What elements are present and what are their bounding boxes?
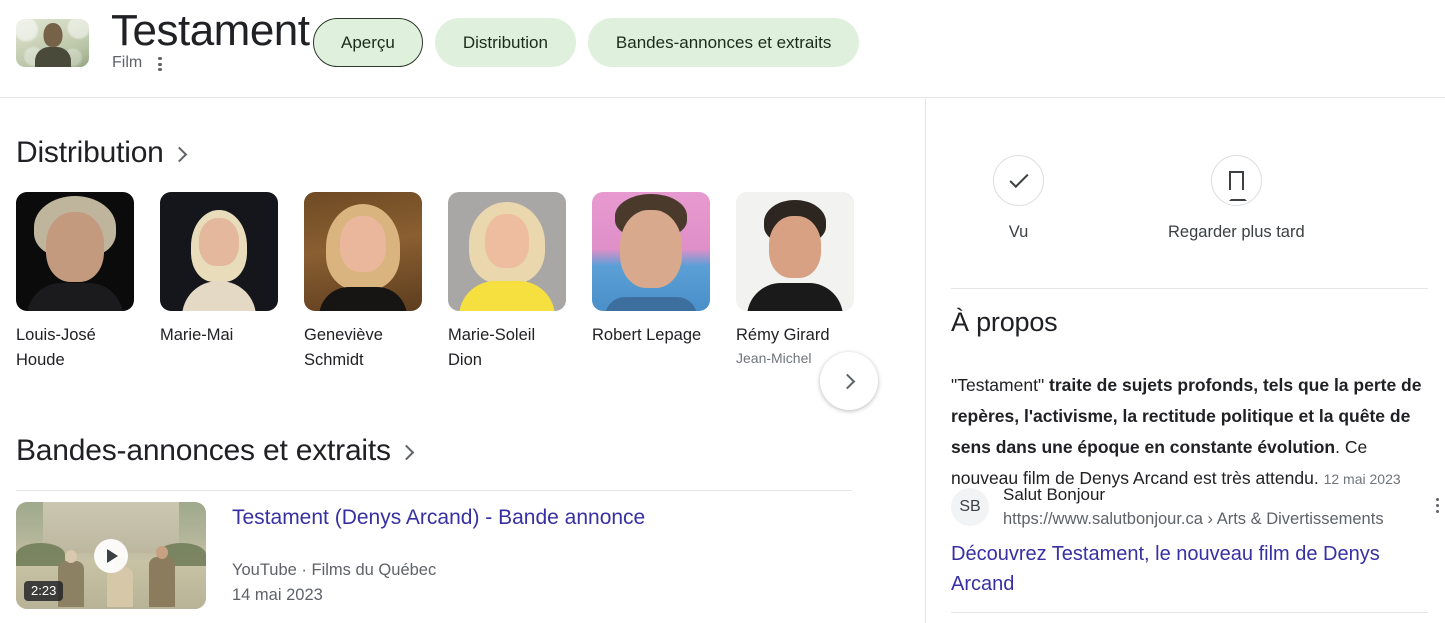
cast-photo (736, 192, 854, 311)
trailers-heading: Bandes-annonces et extraits (16, 432, 391, 470)
cast-photo (304, 192, 422, 311)
carousel-next-icon[interactable] (820, 352, 878, 410)
panel-divider (951, 288, 1428, 289)
poster-face (43, 23, 62, 47)
chevron-right-icon[interactable] (171, 146, 187, 162)
cast-name: Louis-José Houde (16, 323, 134, 373)
thumbnail-figure (149, 557, 175, 607)
page-header: Testament Film Aperçu Distribution Bande… (0, 0, 1445, 98)
cast-carousel: Louis-José Houde Marie-Mai Geneviève Sch… (16, 192, 854, 373)
play-icon[interactable] (94, 539, 128, 573)
trailer-title-link[interactable]: Testament (Denys Arcand) - Bande annonce (232, 504, 645, 532)
source-name: Salut Bonjour (1003, 483, 1384, 507)
watch-later-button[interactable]: Regarder plus tard (1168, 155, 1305, 243)
tab-chip-group: Aperçu Distribution Bandes-annonces et e… (313, 18, 859, 67)
tab-distribution[interactable]: Distribution (435, 18, 576, 67)
source-url: https://www.salutbonjour.ca › Arts & Div… (1003, 507, 1384, 531)
description-lead: "Testament" (951, 375, 1049, 395)
avatar: SB (951, 488, 989, 526)
check-icon (993, 155, 1044, 206)
poster-torso (35, 47, 71, 67)
about-heading: À propos (951, 304, 1057, 340)
cast-name: Marie-Mai (160, 323, 278, 348)
cast-card[interactable]: Geneviève Schmidt (304, 192, 422, 373)
cast-card[interactable]: Robert Lepage (592, 192, 710, 373)
cast-name: Marie-Soleil Dion (448, 323, 566, 373)
cast-heading: Distribution (16, 134, 164, 172)
trailer-info: Testament (Denys Arcand) - Bande annonce… (232, 502, 645, 609)
source-meta: Salut Bonjour https://www.salutbonjour.c… (1003, 483, 1384, 531)
main-content: Distribution Louis-José Houde Marie-Mai (0, 98, 925, 623)
cast-section-header[interactable]: Distribution (16, 134, 185, 172)
trailer-date: 14 mai 2023 (232, 583, 645, 608)
cast-card[interactable]: Marie-Soleil Dion (448, 192, 566, 373)
cast-card[interactable]: Marie-Mai (160, 192, 278, 373)
cast-card[interactable]: Rémy Girard Jean-Michel (736, 192, 854, 373)
kebab-menu-icon[interactable] (152, 52, 168, 74)
bookmark-icon (1211, 155, 1262, 206)
thumbnail-shrub (16, 543, 65, 567)
trailer-item: 2:23 Testament (Denys Arcand) - Bande an… (16, 502, 645, 609)
cast-photo (448, 192, 566, 311)
movie-poster-thumbnail[interactable] (16, 19, 89, 67)
tab-bandes-annonces[interactable]: Bandes-annonces et extraits (588, 18, 859, 67)
kebab-menu-icon[interactable] (1430, 496, 1445, 518)
watched-label: Vu (1009, 221, 1029, 243)
page-title: Testament (111, 4, 309, 58)
trailer-source: YouTube · Films du Québec (232, 558, 645, 583)
cast-name: Geneviève Schmidt (304, 323, 422, 373)
cast-name: Rémy Girard (736, 323, 854, 348)
subtitle-row: Film (112, 52, 168, 74)
trailers-section-header[interactable]: Bandes-annonces et extraits (16, 432, 412, 470)
video-thumbnail[interactable]: 2:23 (16, 502, 206, 609)
watched-button[interactable]: Vu (993, 155, 1044, 243)
cast-photo (16, 192, 134, 311)
about-description: "Testament" traite de sujets profonds, t… (951, 370, 1434, 495)
panel-divider-bottom (951, 612, 1428, 613)
cast-card[interactable]: Louis-José Houde (16, 192, 134, 373)
cast-name: Robert Lepage (592, 323, 710, 348)
source-row: SB Salut Bonjour https://www.salutbonjou… (951, 483, 1445, 531)
thumbnail-figure (107, 567, 133, 607)
source-block: SB Salut Bonjour https://www.salutbonjou… (951, 483, 1445, 599)
video-duration: 2:23 (24, 581, 63, 601)
cast-photo (592, 192, 710, 311)
tab-apercu[interactable]: Aperçu (313, 18, 423, 67)
movie-knowledge-panel: Testament Film Aperçu Distribution Bande… (0, 0, 1445, 623)
watch-later-label: Regarder plus tard (1168, 221, 1305, 243)
section-divider (16, 490, 852, 491)
chevron-right-icon[interactable] (399, 444, 415, 460)
source-article-link[interactable]: Découvrez Testament, le nouveau film de … (951, 539, 1421, 599)
content-type-label: Film (112, 52, 142, 74)
side-panel: Vu Regarder plus tard À propos "Testamen… (926, 98, 1445, 623)
cast-photo (160, 192, 278, 311)
